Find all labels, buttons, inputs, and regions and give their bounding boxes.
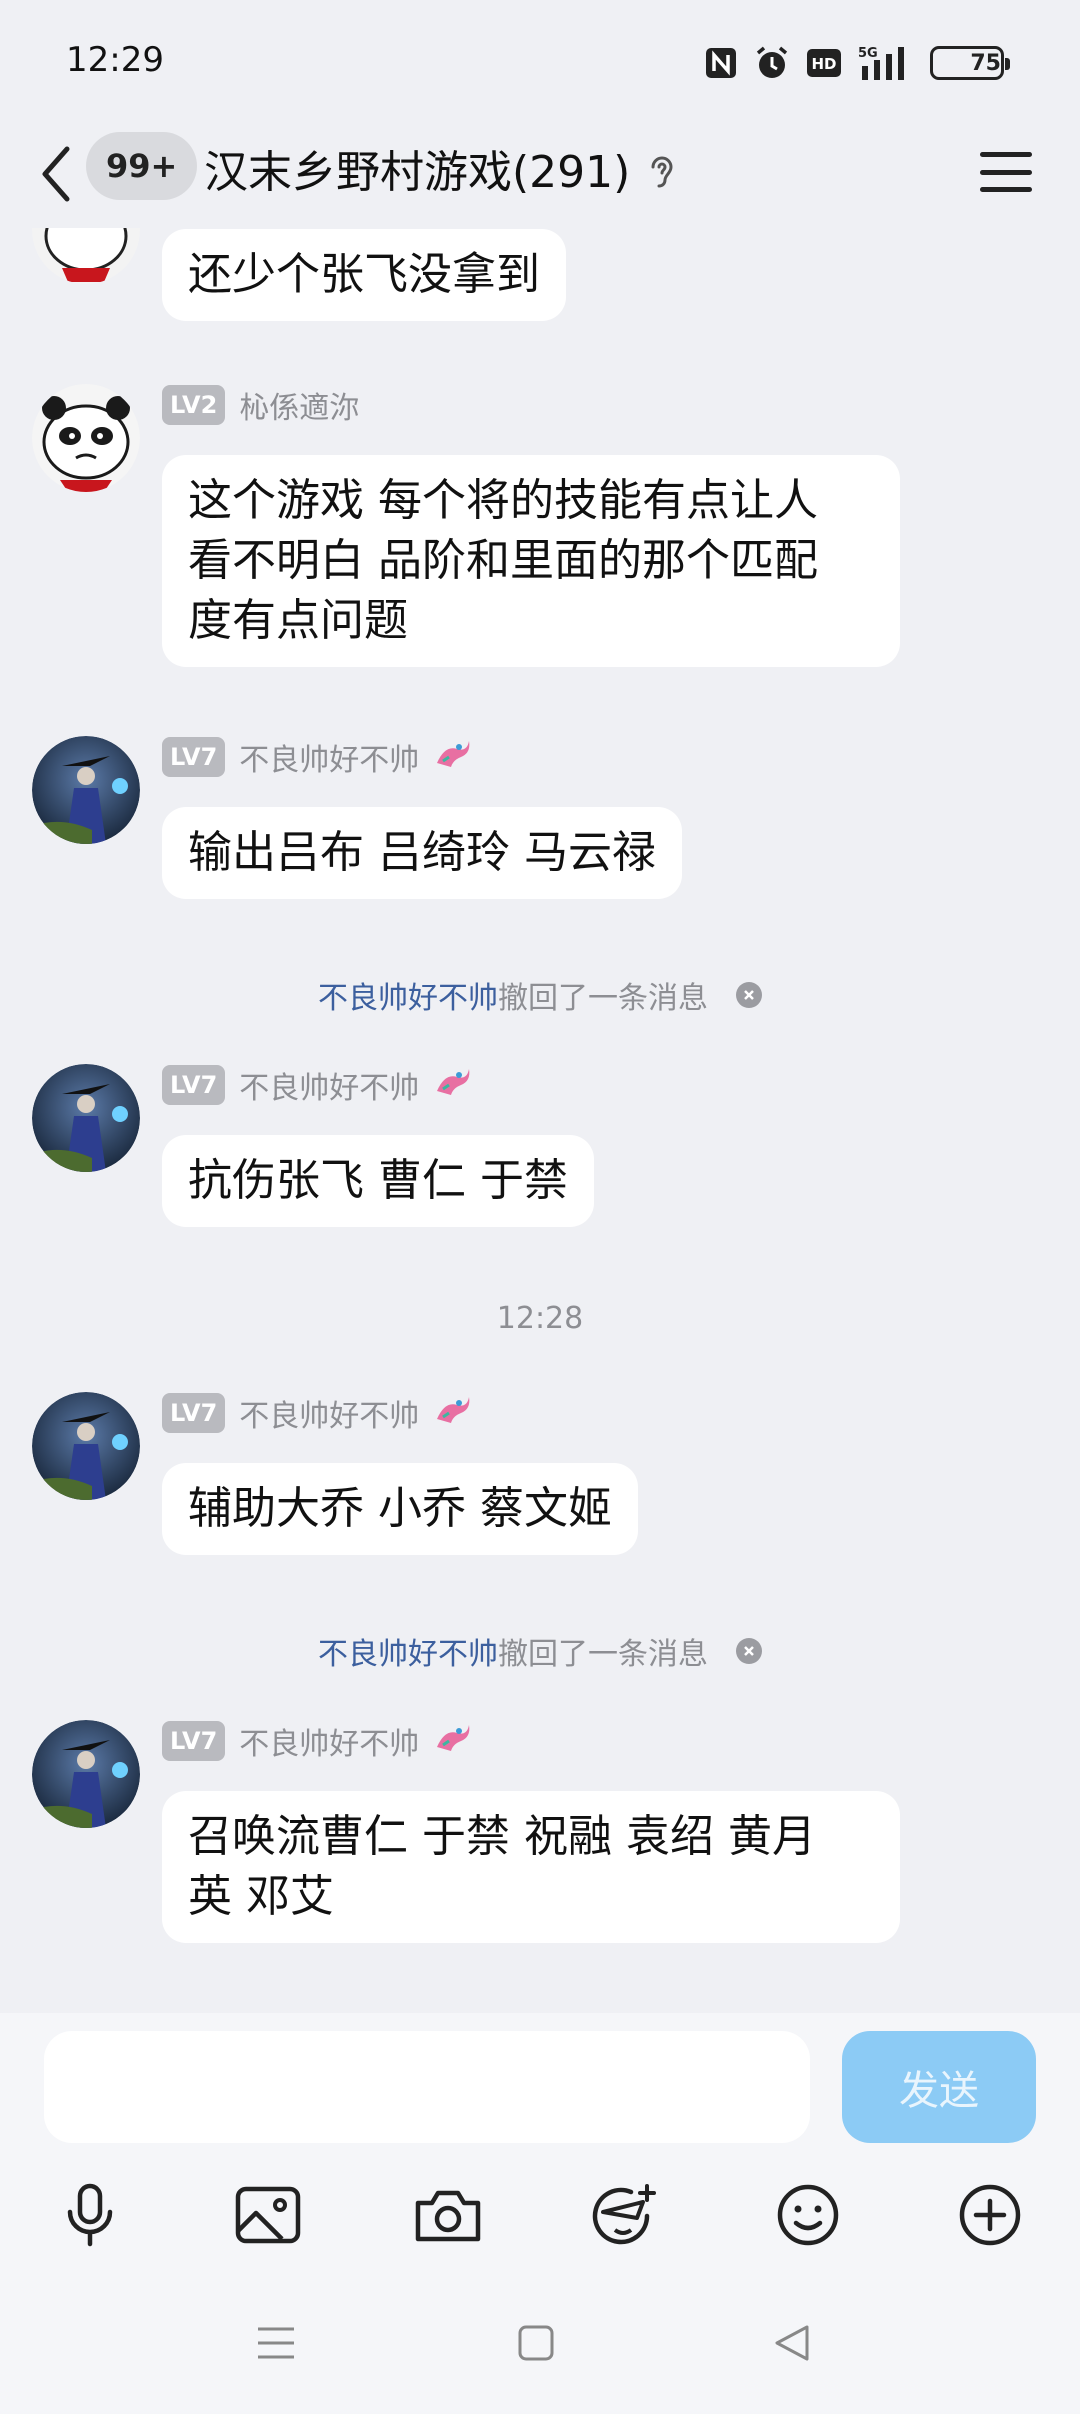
unread-count-badge[interactable]: 99+	[86, 132, 198, 200]
svg-text:5G: 5G	[858, 46, 878, 61]
recall-text: 撤回了一条消息	[498, 981, 708, 1016]
dragon-badge-icon	[433, 1065, 473, 1105]
recall-user[interactable]: 不良帅好不帅	[318, 973, 498, 1017]
message-line: 这个游戏 每个将的技能有点让人	[188, 475, 818, 526]
plus-icon[interactable]	[950, 2175, 1030, 2255]
battery-level: 75	[970, 50, 1001, 76]
message-line: 度有点问题	[188, 595, 408, 646]
status-bar: 12:29 HD 5G 75	[0, 0, 1080, 120]
home-icon[interactable]	[506, 2313, 566, 2373]
message-bubble[interactable]: 辅助大乔 小乔 蔡文姬	[162, 1463, 638, 1555]
message-meta: LV7 不良帅好不帅	[162, 736, 473, 778]
time-separator: 12:28	[496, 1301, 584, 1336]
close-icon[interactable]	[736, 1638, 762, 1664]
back-nav-icon[interactable]	[762, 2313, 822, 2373]
message-bubble[interactable]: 还少个张飞没拿到	[162, 229, 566, 321]
chat-title[interactable]: 汉末乡野村游戏(291)	[204, 138, 630, 208]
level-badge: LV2	[162, 385, 226, 425]
message-bubble[interactable]: 召唤流曹仁 于禁 祝融 袁绍 黄月 英 邓艾	[162, 1791, 900, 1943]
camera-icon[interactable]	[408, 2175, 488, 2255]
sender-name[interactable]: 杺係適沵	[239, 383, 359, 427]
message-meta: LV7 不良帅好不帅	[162, 1720, 473, 1762]
status-time: 12:29	[66, 40, 164, 80]
sender-name[interactable]: 不良帅好不帅	[239, 735, 419, 779]
recall-text: 撤回了一条消息	[498, 1637, 708, 1672]
level-badge: LV7	[162, 1065, 226, 1105]
message-bubble[interactable]: 这个游戏 每个将的技能有点让人 看不明白 品阶和里面的那个匹配 度有点问题	[162, 455, 900, 667]
back-button[interactable]	[30, 138, 82, 210]
message-line: 辅助大乔 小乔 蔡文姬	[188, 1483, 612, 1534]
recall-notice: 不良帅好不帅 撤回了一条消息	[0, 1629, 1080, 1673]
dragon-badge-icon	[433, 1393, 473, 1433]
message-line: 英 邓艾	[188, 1871, 334, 1922]
title-bar: 99+ 汉末乡野村游戏(291)	[0, 120, 1080, 228]
input-bar: 发送	[0, 2013, 1080, 2414]
microphone-icon[interactable]	[50, 2175, 130, 2255]
warrior-avatar-icon	[32, 736, 140, 844]
message-input[interactable]	[44, 2031, 810, 2143]
emoji-icon[interactable]	[768, 2175, 848, 2255]
panda-avatar-icon	[32, 384, 140, 492]
dragon-badge-icon	[433, 737, 473, 777]
avatar[interactable]	[32, 1720, 140, 1828]
chevron-left-icon	[42, 146, 70, 202]
menu-line	[980, 152, 1032, 157]
battery-icon: 75	[930, 46, 1010, 80]
panda-avatar-icon	[32, 228, 140, 284]
message-meta: LV7 不良帅好不帅	[162, 1064, 473, 1106]
nfc-icon	[704, 46, 738, 80]
warrior-avatar-icon	[32, 1064, 140, 1172]
sticker-icon[interactable]	[586, 2175, 666, 2255]
warrior-avatar-icon	[32, 1720, 140, 1828]
sender-name[interactable]: 不良帅好不帅	[239, 1719, 419, 1763]
message-meta: LV7 不良帅好不帅	[162, 1392, 473, 1434]
svg-text:HD: HD	[811, 55, 836, 73]
ear-icon[interactable]	[640, 150, 684, 198]
recall-user[interactable]: 不良帅好不帅	[318, 1629, 498, 1673]
level-badge: LV7	[162, 1721, 226, 1761]
alarm-icon	[754, 45, 790, 81]
message-bubble[interactable]: 抗伤张飞 曹仁 于禁	[162, 1135, 594, 1227]
menu-button[interactable]	[976, 142, 1036, 202]
send-button[interactable]: 发送	[842, 2031, 1036, 2143]
avatar[interactable]	[32, 1064, 140, 1172]
signal-5g-icon: 5G	[858, 44, 914, 82]
level-badge: LV7	[162, 1393, 226, 1433]
avatar[interactable]	[32, 228, 140, 284]
message-bubble[interactable]: 输出吕布 吕绮玲 马云禄	[162, 807, 682, 899]
hd-icon: HD	[806, 48, 842, 78]
dragon-badge-icon	[433, 1721, 473, 1761]
sender-name[interactable]: 不良帅好不帅	[239, 1063, 419, 1107]
avatar[interactable]	[32, 384, 140, 492]
system-nav-bar	[0, 2313, 1080, 2414]
message-line: 看不明白 品阶和里面的那个匹配	[188, 535, 818, 586]
message-list[interactable]: 还少个张飞没拿到 LV2 杺係適沵 这个游戏 每个将的技能有点让人 看不明白 品…	[0, 228, 1080, 2013]
avatar[interactable]	[32, 736, 140, 844]
message-line: 输出吕布 吕绮玲 马云禄	[188, 827, 656, 878]
avatar[interactable]	[32, 1392, 140, 1500]
level-badge: LV7	[162, 737, 226, 777]
status-icons: HD 5G 75	[704, 42, 1010, 84]
warrior-avatar-icon	[32, 1392, 140, 1500]
message-line: 抗伤张飞 曹仁 于禁	[188, 1155, 568, 1206]
menu-line	[980, 187, 1032, 192]
message-meta: LV2 杺係適沵	[162, 384, 359, 426]
image-icon[interactable]	[228, 2175, 308, 2255]
close-icon[interactable]	[736, 982, 762, 1008]
toolbar	[0, 2175, 1080, 2275]
message-line: 召唤流曹仁 于禁 祝融 袁绍 黄月	[188, 1811, 816, 1862]
sender-name[interactable]: 不良帅好不帅	[239, 1391, 419, 1435]
recents-icon[interactable]	[246, 2313, 306, 2373]
recall-notice: 不良帅好不帅 撤回了一条消息	[0, 973, 1080, 1017]
menu-line	[980, 169, 1032, 175]
